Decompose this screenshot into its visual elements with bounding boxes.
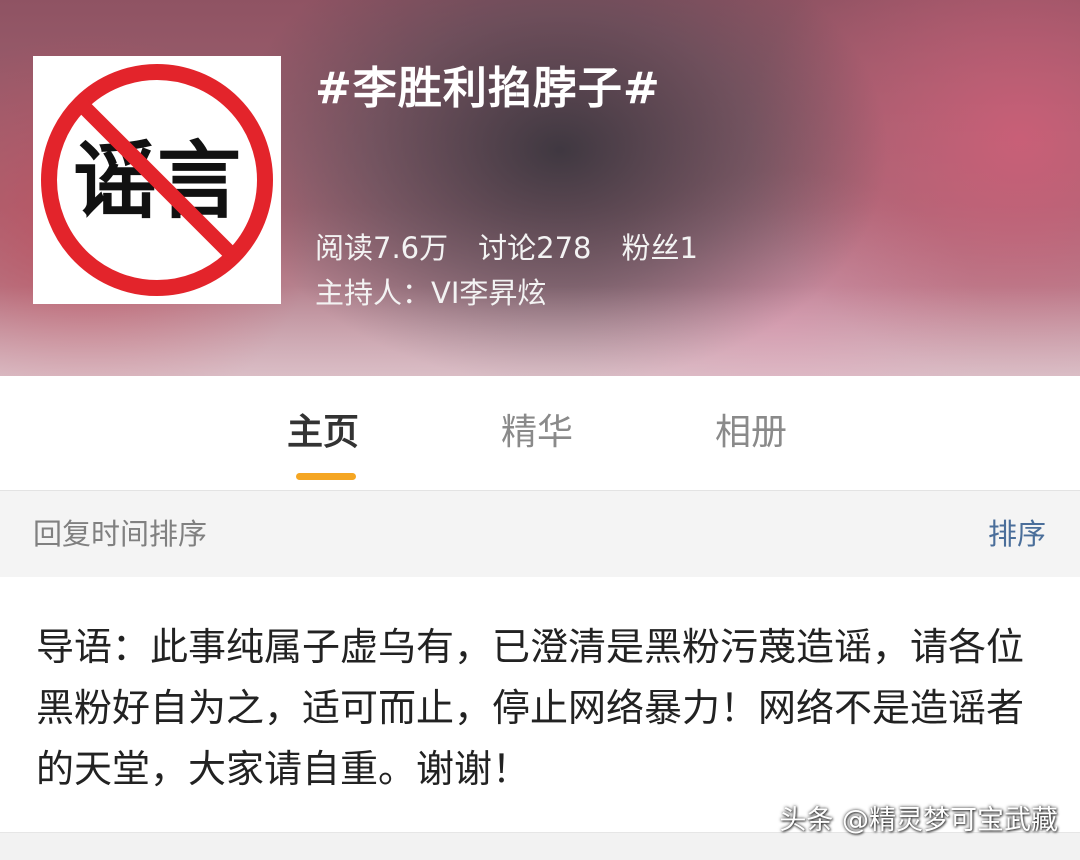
tab-home[interactable]: 主页 (287, 411, 359, 455)
topic-avatar: 谣言 (33, 56, 281, 304)
topic-intro-card: 导语：此事纯属子虚乌有，已澄清是黑粉污蔑造谣，请各位黑粉好自为之，适可而止，停止… (0, 577, 1080, 833)
topic-intro-text: 导语：此事纯属子虚乌有，已澄清是黑粉污蔑造谣，请各位黑粉好自为之，适可而止，停止… (36, 625, 1025, 791)
topic-host[interactable]: 主持人：VI李昇炫 (315, 275, 546, 311)
tab-elite[interactable]: 精华 (501, 411, 573, 455)
sort-bar: 回复时间排序 排序 (0, 491, 1080, 577)
topic-stats: 阅读7.6万 讨论278 粉丝1 (315, 230, 728, 266)
fan-count: 粉丝1 (621, 231, 698, 265)
topic-page: 谣言 #李胜利掐脖子# 阅读7.6万讨论278 粉丝1 主持人：VI李昇炫 主页 … (0, 0, 1080, 860)
read-count: 阅读7.6万 (315, 231, 449, 265)
sort-button[interactable]: 排序 (988, 515, 1046, 553)
discussion-count: 讨论278 (478, 231, 592, 265)
source-watermark: 头条 @精灵梦可宝武藏 (779, 805, 1058, 836)
topic-title: #李胜利掐脖子# (315, 63, 661, 114)
sort-mode-label: 回复时间排序 (33, 517, 208, 551)
tab-album[interactable]: 相册 (715, 411, 787, 455)
tab-bar: 主页 精华 相册 (0, 376, 1080, 491)
no-rumor-sign-icon: 谣言 (41, 64, 273, 296)
active-tab-indicator (296, 473, 356, 480)
topic-header: 谣言 #李胜利掐脖子# 阅读7.6万讨论278 粉丝1 主持人：VI李昇炫 (0, 0, 1080, 376)
